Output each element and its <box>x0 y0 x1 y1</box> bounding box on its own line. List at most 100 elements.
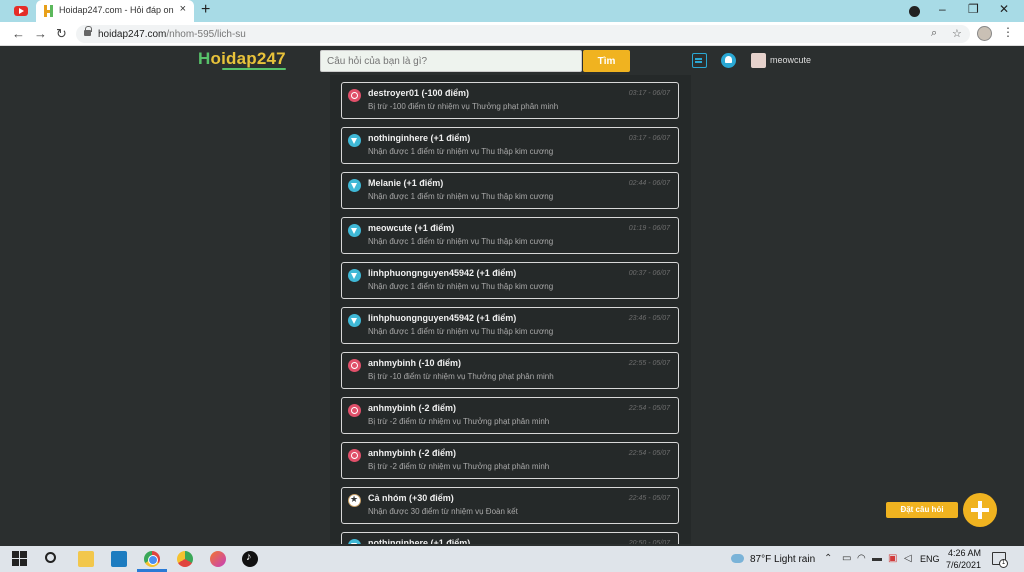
group-star-icon <box>348 494 361 507</box>
history-item-title: destroyer01 (-100 điểm) <box>368 88 470 98</box>
battery-icon[interactable]: ▬ <box>872 553 882 564</box>
history-item-description: Bị trừ -100 điểm từ nhiệm vụ Thưởng phạt… <box>368 102 559 111</box>
language-indicator[interactable]: ENG <box>920 554 940 564</box>
diamond-icon <box>348 134 361 147</box>
site-logo[interactable]: Hoidap247 <box>198 49 286 69</box>
history-item-time: 23:46 - 05/07 <box>628 315 670 322</box>
history-item[interactable]: linhphuongnguyen45942 (+1 điểm) Nhận được… <box>341 307 679 344</box>
history-item-title: anhmybinh (-2 điểm) <box>368 448 457 458</box>
history-item[interactable]: linhphuongnguyen45942 (+1 điểm) Nhận được… <box>341 262 679 299</box>
history-item-title: Melanie (+1 điểm) <box>368 178 444 188</box>
notification-count-badge: 1 <box>999 559 1008 568</box>
chrome-icon[interactable] <box>144 551 160 567</box>
notification-bell-icon[interactable] <box>721 53 736 68</box>
penalty-icon <box>348 89 361 102</box>
url-host: hoidap247.com <box>98 29 167 40</box>
history-item-title: nothinginhere (+1 điểm) <box>368 133 471 143</box>
chrome-profile-icon[interactable] <box>177 551 193 567</box>
lock-icon[interactable] <box>84 26 92 36</box>
tab-close-icon[interactable]: × <box>180 3 186 15</box>
windows-start-icon[interactable] <box>12 551 28 567</box>
file-explorer-icon[interactable] <box>78 551 94 567</box>
history-feed[interactable]: destroyer01 (-100 điểm) Bị trừ -100 điểm … <box>330 75 691 544</box>
history-item[interactable]: nothinginhere (+1 điểm) 20:50 - 05/07 <box>341 532 679 544</box>
history-item-description: Nhận được 1 điểm từ nhiệm vụ Thu thập ki… <box>368 147 554 156</box>
new-tab-button[interactable]: + <box>201 1 210 19</box>
bookmark-star-icon[interactable]: ☆ <box>952 27 962 40</box>
history-item-time: 00:37 - 06/07 <box>628 270 670 277</box>
minimize-button[interactable]: – <box>939 2 946 16</box>
forward-button[interactable]: → <box>34 26 47 41</box>
network-icon[interactable]: ▭ <box>842 553 851 564</box>
history-item[interactable]: nothinginhere (+1 điểm) Nhận được 1 điểm … <box>341 127 679 164</box>
firefox-icon[interactable] <box>210 551 226 567</box>
history-item-title: anhmybinh (-2 điểm) <box>368 403 457 413</box>
maximize-button[interactable]: ❐ <box>968 2 979 16</box>
logo-underline <box>222 68 286 70</box>
history-item[interactable]: Melanie (+1 điểm) Nhận được 1 điểm từ nhi… <box>341 172 679 209</box>
youtube-tab-icon[interactable] <box>14 6 28 16</box>
user-avatar[interactable] <box>751 53 766 68</box>
ask-question-plus-button[interactable] <box>963 493 997 527</box>
ask-question-label[interactable]: Đặt câu hỏi <box>886 502 958 518</box>
search-button[interactable]: Tìm <box>583 50 630 72</box>
history-item[interactable]: anhmybinh (-2 điểm) Bị trừ -2 điểm từ nhi… <box>341 442 679 479</box>
history-item-description: Bị trừ -2 điểm từ nhiệm vụ Thưởng phạt p… <box>368 462 550 471</box>
browser-profile-avatar[interactable] <box>977 26 992 41</box>
diamond-icon <box>348 539 361 544</box>
history-item-time: 01:19 - 06/07 <box>628 225 670 232</box>
history-item[interactable]: anhmybinh (-2 điểm) Bị trừ -2 điểm từ nhi… <box>341 397 679 434</box>
search-input[interactable] <box>320 50 582 72</box>
weather-cloud-icon[interactable] <box>731 554 744 563</box>
tray-chevron-icon[interactable]: ⌃ <box>824 553 832 564</box>
browser-menu-icon[interactable]: ⋮ <box>1002 25 1014 39</box>
tiktok-icon[interactable] <box>242 551 258 567</box>
history-item[interactable]: meowcute (+1 điểm) Nhận được 1 điểm từ nh… <box>341 217 679 254</box>
wifi-icon[interactable]: ◠ <box>857 553 866 564</box>
history-item-time: 22:45 - 05/07 <box>628 495 670 502</box>
history-item[interactable]: Cả nhóm (+30 điểm) Nhận được 30 điểm từ n… <box>341 487 679 524</box>
history-item-description: Bị trừ -2 điểm từ nhiệm vụ Thưởng phạt p… <box>368 417 550 426</box>
history-item[interactable]: destroyer01 (-100 điểm) Bị trừ -100 điểm … <box>341 82 679 119</box>
diamond-icon <box>348 314 361 327</box>
browser-tab-strip: Hoidap247.com - Hỏi đáp online × + – ❐ ✕ <box>0 0 1024 22</box>
media-control-icon[interactable] <box>909 6 920 17</box>
history-item-description: Bị trừ -10 điểm từ nhiệm vụ Thưởng phạt … <box>368 372 554 381</box>
logo-h: H <box>198 49 211 68</box>
history-item-title: Cả nhóm (+30 điểm) <box>368 493 454 503</box>
logo-rest: oidap247 <box>210 49 286 68</box>
back-button[interactable]: ← <box>12 26 25 41</box>
address-bar[interactable]: hoidap247.com/nhom-595/lich-su ⌕ ☆ <box>76 25 970 43</box>
taskbar <box>0 546 1024 572</box>
history-item[interactable]: anhmybinh (-10 điểm) Bị trừ -10 điểm từ n… <box>341 352 679 389</box>
history-item-description: Nhận được 30 điểm từ nhiệm vụ Đoàn kết <box>368 507 518 516</box>
antivirus-icon[interactable]: ▣ <box>888 553 897 564</box>
chat-icon[interactable] <box>692 53 707 68</box>
penalty-icon <box>348 449 361 462</box>
diamond-icon <box>348 269 361 282</box>
history-item-time: 03:17 - 06/07 <box>628 90 670 97</box>
history-item-description: Nhận được 1 điểm từ nhiệm vụ Thu thập ki… <box>368 237 554 246</box>
clock-time[interactable]: 4:26 AM <box>948 548 981 558</box>
zoom-icon[interactable]: ⌕ <box>931 27 937 40</box>
close-window-button[interactable]: ✕ <box>999 2 1009 16</box>
url-path: /nhom-595/lich-su <box>166 29 246 40</box>
weather-text[interactable]: 87°F Light rain <box>750 554 815 565</box>
history-item-time: 22:54 - 05/07 <box>628 405 670 412</box>
history-item-title: anhmybinh (-10 điểm) <box>368 358 462 368</box>
clock-date[interactable]: 7/6/2021 <box>946 560 981 570</box>
penalty-icon <box>348 359 361 372</box>
penalty-icon <box>348 404 361 417</box>
history-item-description: Nhận được 1 điểm từ nhiệm vụ Thu thập ki… <box>368 282 554 291</box>
history-item-time: 03:17 - 06/07 <box>628 135 670 142</box>
user-name[interactable]: meowcute <box>770 55 811 65</box>
volume-icon[interactable]: ◁ <box>904 553 912 564</box>
history-item-description: Nhận được 1 điểm từ nhiệm vụ Thu thập ki… <box>368 192 554 201</box>
url-text[interactable]: hoidap247.com/nhom-595/lich-su <box>98 29 246 40</box>
tab-title: Hoidap247.com - Hỏi đáp online <box>59 5 174 15</box>
hoidap-favicon-icon <box>44 5 55 17</box>
reload-button[interactable]: ↻ <box>56 26 67 42</box>
dell-app-icon[interactable] <box>111 551 127 567</box>
taskbar-search-icon[interactable] <box>45 552 56 563</box>
active-tab[interactable]: Hoidap247.com - Hỏi đáp online × <box>36 0 194 22</box>
